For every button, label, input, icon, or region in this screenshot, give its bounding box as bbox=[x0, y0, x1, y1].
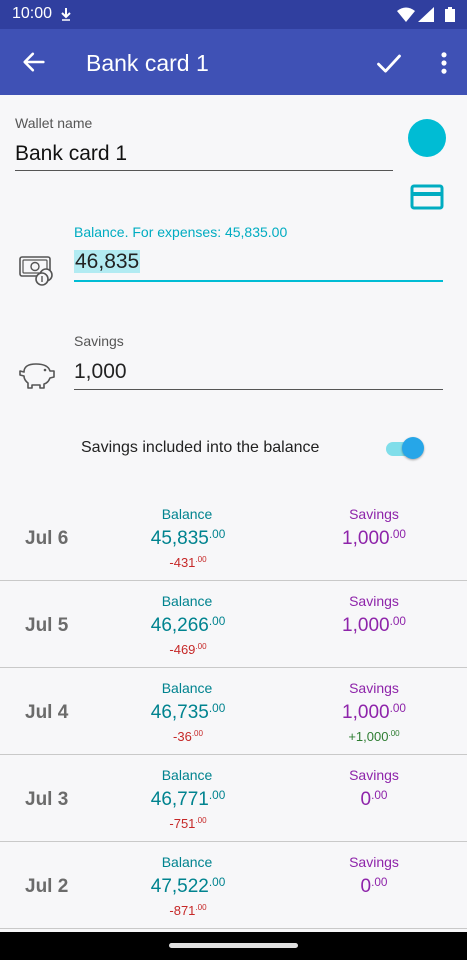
money-icon bbox=[19, 256, 53, 286]
savings-amount-int: 0 bbox=[360, 876, 372, 897]
wallet-name-label: Wallet name bbox=[15, 115, 93, 131]
savings-label: Savings bbox=[74, 333, 124, 349]
balance-title: Balance bbox=[161, 767, 213, 783]
savings-amount-int: 1,000 bbox=[342, 615, 390, 636]
savings-change: +1,000.00 bbox=[348, 729, 399, 744]
savings-change-dec: .00 bbox=[388, 729, 400, 738]
balance-amount: 46,266.00 bbox=[151, 615, 225, 637]
download-status-icon bbox=[61, 8, 71, 21]
savings-amount-dec: .00 bbox=[389, 528, 406, 541]
savings-title: Savings bbox=[349, 767, 399, 783]
toggle-thumb bbox=[402, 437, 424, 459]
balance-change-int: -431 bbox=[169, 555, 196, 570]
balance-amount-int: 46,771 bbox=[150, 789, 209, 810]
savings-input[interactable]: 1,000 bbox=[74, 360, 443, 390]
balance-amount-dec: .00 bbox=[208, 876, 226, 889]
balance-title: Balance bbox=[161, 593, 213, 609]
savings-title: Savings bbox=[349, 593, 399, 609]
balance-change: -431.00 bbox=[169, 555, 206, 570]
balance-input[interactable]: 46,835 bbox=[74, 250, 443, 282]
savings-amount-dec: .00 bbox=[371, 789, 388, 802]
wallet-color-picker[interactable] bbox=[408, 119, 446, 157]
balance-change: -751.00 bbox=[169, 816, 206, 831]
history-row[interactable]: Jul 5 Balance 46,266.00 -469.00 Savings … bbox=[0, 581, 467, 668]
balance-change-dec: .00 bbox=[195, 816, 207, 825]
savings-change-int: +1,000 bbox=[348, 729, 389, 744]
balance-change-int: -871 bbox=[169, 903, 196, 918]
balance-amount: 46,771.00 bbox=[151, 789, 225, 811]
balance-change-dec: .00 bbox=[195, 642, 207, 651]
history-date: Jul 6 bbox=[25, 528, 69, 549]
balance-amount-dec: .00 bbox=[208, 615, 226, 628]
home-gesture-handle[interactable] bbox=[169, 943, 298, 948]
balance-amount-dec: .00 bbox=[208, 702, 226, 715]
savings-amount: 1,000.00 bbox=[342, 615, 406, 637]
history-row[interactable]: Jul 3 Balance 46,771.00 -751.00 Savings … bbox=[0, 755, 467, 842]
history-row[interactable]: Jul 6 Balance 45,835.00 -431.00 Savings … bbox=[0, 494, 467, 581]
check-icon[interactable] bbox=[375, 49, 403, 77]
balance-amount: 47,522.00 bbox=[151, 876, 225, 898]
piggy-bank-icon bbox=[19, 363, 55, 389]
wifi-icon bbox=[397, 7, 415, 22]
signal-icon bbox=[418, 7, 434, 22]
savings-amount: 0.00 bbox=[361, 876, 388, 898]
balance-change-dec: .00 bbox=[195, 903, 207, 912]
status-time: 10:00 bbox=[12, 5, 53, 22]
balance-change-dec: .00 bbox=[191, 729, 203, 738]
savings-amount-dec: .00 bbox=[371, 876, 388, 889]
balance-change: -469.00 bbox=[169, 642, 206, 657]
savings-amount-int: 1,000 bbox=[342, 702, 390, 723]
history-date: Jul 5 bbox=[25, 615, 69, 636]
savings-title: Savings bbox=[349, 506, 399, 522]
balance-label: Balance. For expenses: 45,835.00 bbox=[74, 224, 288, 240]
more-vertical-icon[interactable] bbox=[437, 49, 451, 77]
history-date: Jul 4 bbox=[25, 702, 69, 723]
battery-icon bbox=[445, 7, 455, 22]
history-date: Jul 2 bbox=[25, 876, 69, 897]
savings-included-toggle[interactable] bbox=[384, 437, 424, 459]
savings-amount-int: 1,000 bbox=[342, 528, 390, 549]
savings-amount-dec: .00 bbox=[389, 615, 406, 628]
balance-value: 46,835 bbox=[74, 250, 141, 273]
back-arrow-icon[interactable] bbox=[20, 48, 48, 76]
balance-amount: 46,735.00 bbox=[151, 702, 225, 724]
balance-change-dec: .00 bbox=[195, 555, 207, 564]
balance-amount-dec: .00 bbox=[208, 528, 226, 541]
savings-amount-int: 0 bbox=[360, 789, 372, 810]
balance-change-int: -36 bbox=[173, 729, 192, 744]
balance-amount-dec: .00 bbox=[208, 789, 226, 802]
history-row[interactable]: Jul 2 Balance 47,522.00 -871.00 Savings … bbox=[0, 842, 467, 929]
savings-amount-dec: .00 bbox=[389, 702, 406, 715]
history-row[interactable]: Jul 4 Balance 46,735.00 -36.00 Savings 1… bbox=[0, 668, 467, 755]
balance-amount-int: 46,735 bbox=[150, 702, 209, 723]
balance-amount-int: 46,266 bbox=[150, 615, 209, 636]
savings-amount: 0.00 bbox=[361, 789, 388, 811]
wallet-name-input[interactable]: Bank card 1 bbox=[15, 142, 393, 171]
balance-change: -871.00 bbox=[169, 903, 206, 918]
balance-amount: 45,835.00 bbox=[151, 528, 225, 550]
history-list: Jul 6 Balance 45,835.00 -431.00 Savings … bbox=[0, 494, 467, 929]
balance-title: Balance bbox=[161, 506, 213, 522]
balance-change-int: -751 bbox=[169, 816, 196, 831]
balance-amount-int: 45,835 bbox=[150, 528, 209, 549]
balance-amount-int: 47,522 bbox=[150, 876, 209, 897]
savings-included-label: Savings included into the balance bbox=[81, 439, 320, 456]
balance-change: -36.00 bbox=[173, 729, 203, 744]
app-bar: Bank card 1 bbox=[0, 29, 467, 95]
savings-amount: 1,000.00 bbox=[342, 528, 406, 550]
balance-change-int: -469 bbox=[169, 642, 196, 657]
balance-title: Balance bbox=[161, 854, 213, 870]
credit-card-icon[interactable] bbox=[410, 183, 444, 211]
savings-title: Savings bbox=[349, 854, 399, 870]
savings-amount: 1,000.00 bbox=[342, 702, 406, 724]
page-title: Bank card 1 bbox=[86, 50, 209, 76]
savings-title: Savings bbox=[349, 680, 399, 696]
history-date: Jul 3 bbox=[25, 789, 69, 810]
system-nav-bar bbox=[0, 932, 467, 960]
balance-title: Balance bbox=[161, 680, 213, 696]
status-bar: 10:00 bbox=[0, 0, 467, 29]
